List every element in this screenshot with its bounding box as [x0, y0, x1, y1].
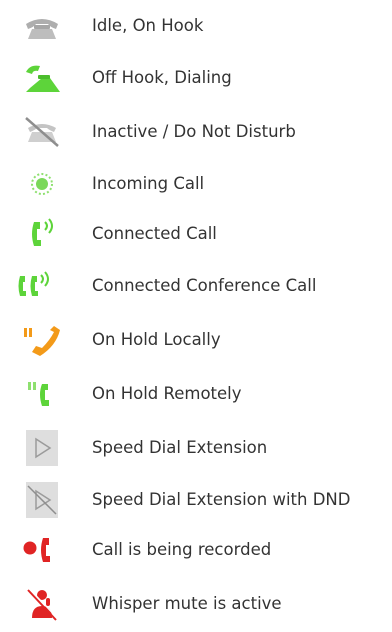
- legend-label: Incoming Call: [92, 174, 205, 193]
- legend-label: Idle, On Hook: [92, 16, 204, 35]
- phone-dnd-icon: [12, 110, 72, 154]
- speed-dial-icon: [12, 426, 72, 470]
- legend-row-hold-local: On Hold Locally: [0, 318, 392, 362]
- legend-row-speed-dial: Speed Dial Extension: [0, 426, 392, 470]
- legend-row-off-hook: Off Hook, Dialing: [0, 56, 392, 100]
- recording-icon: [12, 528, 72, 572]
- incoming-call-icon: [12, 162, 72, 206]
- legend-label: Inactive / Do Not Disturb: [92, 122, 296, 141]
- legend-row-idle: Idle, On Hook: [0, 4, 392, 48]
- legend-label: Call is being recorded: [92, 540, 272, 559]
- phone-off-hook-icon: [12, 56, 72, 100]
- status-legend: Idle, On Hook Off Hook, Dialing Inactive…: [0, 0, 392, 632]
- connected-call-icon: [12, 212, 72, 256]
- legend-row-whisper-mute: Whisper mute is active: [0, 582, 392, 626]
- legend-row-hold-remote: On Hold Remotely: [0, 372, 392, 416]
- hold-remote-icon: [12, 372, 72, 416]
- legend-label: On Hold Locally: [92, 330, 221, 349]
- legend-label: On Hold Remotely: [92, 384, 242, 403]
- whisper-mute-icon: [12, 582, 72, 626]
- legend-label: Speed Dial Extension: [92, 438, 268, 457]
- legend-row-incoming: Incoming Call: [0, 162, 392, 206]
- legend-row-speed-dial-dnd: Speed Dial Extension with DND: [0, 478, 392, 522]
- legend-label: Connected Conference Call: [92, 276, 317, 295]
- speed-dial-dnd-icon: [12, 478, 72, 522]
- hold-local-icon: [12, 318, 72, 362]
- legend-label: Speed Dial Extension with DND: [92, 490, 351, 509]
- legend-row-recording: Call is being recorded: [0, 528, 392, 572]
- phone-idle-icon: [12, 4, 72, 48]
- legend-label: Whisper mute is active: [92, 594, 282, 613]
- legend-row-dnd: Inactive / Do Not Disturb: [0, 110, 392, 154]
- legend-label: Connected Call: [92, 224, 217, 243]
- legend-row-conference: Connected Conference Call: [0, 264, 392, 308]
- conference-call-icon: [12, 264, 72, 308]
- legend-label: Off Hook, Dialing: [92, 68, 232, 87]
- legend-row-connected: Connected Call: [0, 212, 392, 256]
